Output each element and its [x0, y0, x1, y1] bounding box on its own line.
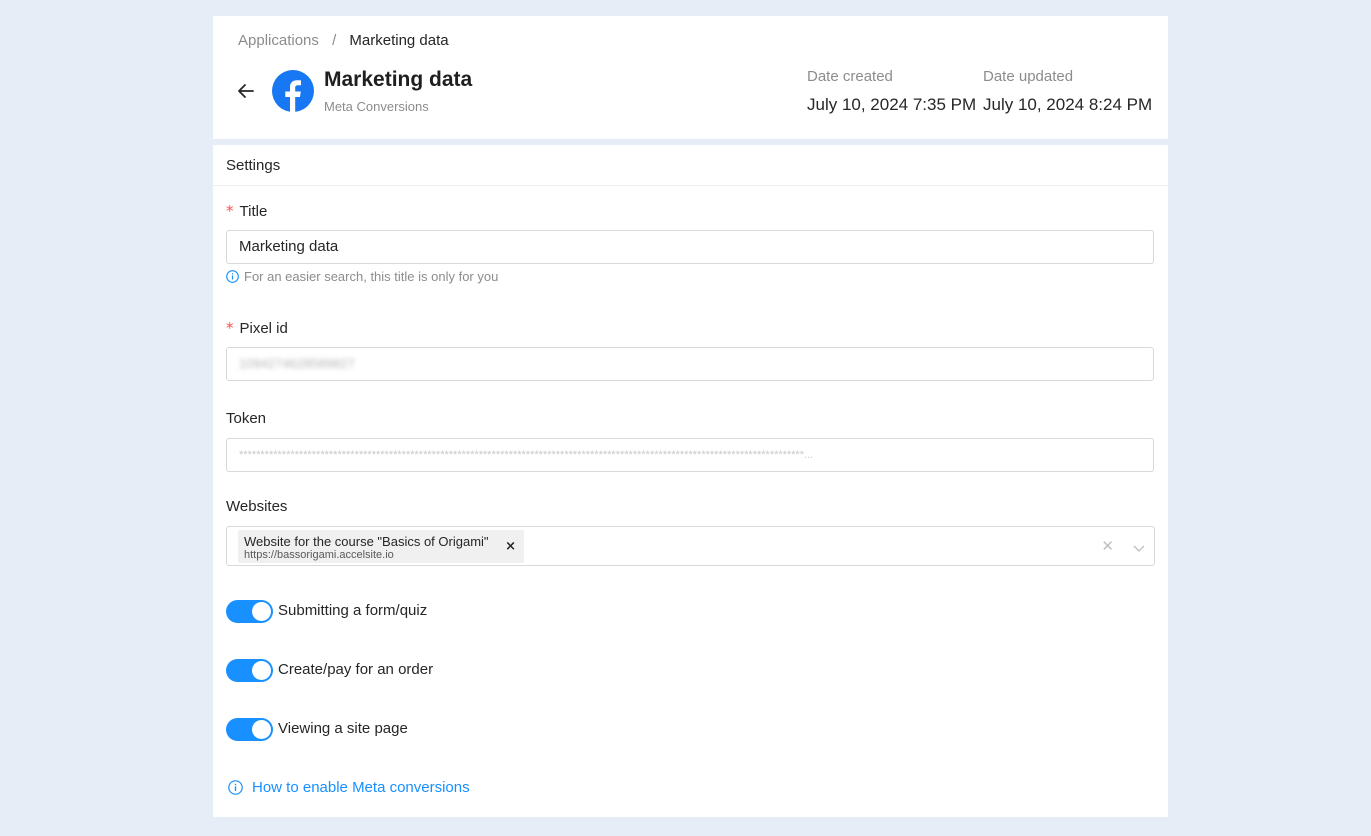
website-tag: Website for the course "Basics of Origam… [238, 530, 524, 563]
date-created-value: July 10, 2024 7:35 PM [807, 95, 977, 114]
page-subtitle: Meta Conversions [324, 99, 429, 114]
info-icon [228, 780, 243, 795]
settings-section-title: Settings [213, 145, 1168, 186]
title-label-text: Title [239, 203, 268, 220]
date-updated-label: Date updated [983, 68, 1074, 85]
header-card: Applications / Marketing data Marketing … [213, 16, 1168, 139]
date-created-label: Date created [807, 68, 893, 85]
website-tag-title: Website for the course "Basics of Origam… [244, 534, 489, 549]
clear-selection-icon[interactable]: ✕ [1101, 537, 1114, 555]
page-view-toggle[interactable] [226, 718, 273, 741]
page-view-toggle-label: Viewing a site page [278, 719, 408, 737]
order-toggle-label: Create/pay for an order [278, 660, 434, 678]
websites-field-label: Websites [226, 498, 288, 515]
page-title: Marketing data [324, 68, 473, 91]
settings-card: Settings * Title Marketing data For an ea… [213, 145, 1168, 817]
required-marker: * [226, 202, 234, 220]
form-quiz-toggle[interactable] [226, 600, 273, 623]
breadcrumb: Applications / Marketing data [238, 32, 449, 49]
facebook-logo-icon [272, 70, 314, 112]
token-input[interactable]: ****************************************… [226, 438, 1154, 472]
date-created-block: Date created July 10, 2024 7:35 PM [807, 68, 976, 115]
required-marker: * [226, 319, 234, 337]
order-toggle[interactable] [226, 659, 273, 682]
breadcrumb-separator: / [332, 32, 337, 49]
pixel-id-field-label: * Pixel id [226, 319, 288, 337]
websites-select[interactable]: Website for the course "Basics of Origam… [226, 526, 1155, 566]
back-arrow-icon[interactable] [235, 80, 257, 102]
website-tag-url: https://bassorigami.accelsite.io [244, 549, 394, 561]
help-link-text[interactable]: How to enable Meta conversions [252, 779, 470, 796]
toggle-row-order: Create/pay for an order [226, 659, 433, 682]
help-link[interactable]: How to enable Meta conversions [228, 779, 470, 796]
breadcrumb-applications-link[interactable]: Applications [238, 32, 319, 49]
toggle-row-form-quiz: Submitting a form/quiz [226, 600, 427, 623]
chevron-down-icon[interactable] [1133, 540, 1145, 558]
toggle-row-page-view: Viewing a site page [226, 718, 408, 741]
title-field-label: * Title [226, 202, 267, 220]
info-icon [226, 270, 239, 283]
toggle-knob [252, 720, 271, 739]
date-updated-value: July 10, 2024 8:24 PM [983, 95, 1153, 114]
breadcrumb-current: Marketing data [349, 32, 449, 49]
token-field-label: Token [226, 410, 267, 427]
title-hint-text: For an easier search, this title is only… [244, 269, 499, 284]
title-hint: For an easier search, this title is only… [226, 269, 498, 284]
form-quiz-toggle-label: Submitting a form/quiz [278, 601, 428, 619]
date-updated-block: Date updated July 10, 2024 8:24 PM [983, 68, 1152, 115]
toggle-knob [252, 602, 271, 621]
pixel-id-value: 1094274628589827 [239, 356, 355, 371]
toggle-knob [252, 661, 271, 680]
tag-remove-icon[interactable]: × [505, 539, 516, 554]
title-input[interactable]: Marketing data [226, 230, 1154, 264]
pixel-id-label-text: Pixel id [239, 320, 288, 337]
pixel-id-input[interactable]: 1094274628589827 [226, 347, 1154, 381]
